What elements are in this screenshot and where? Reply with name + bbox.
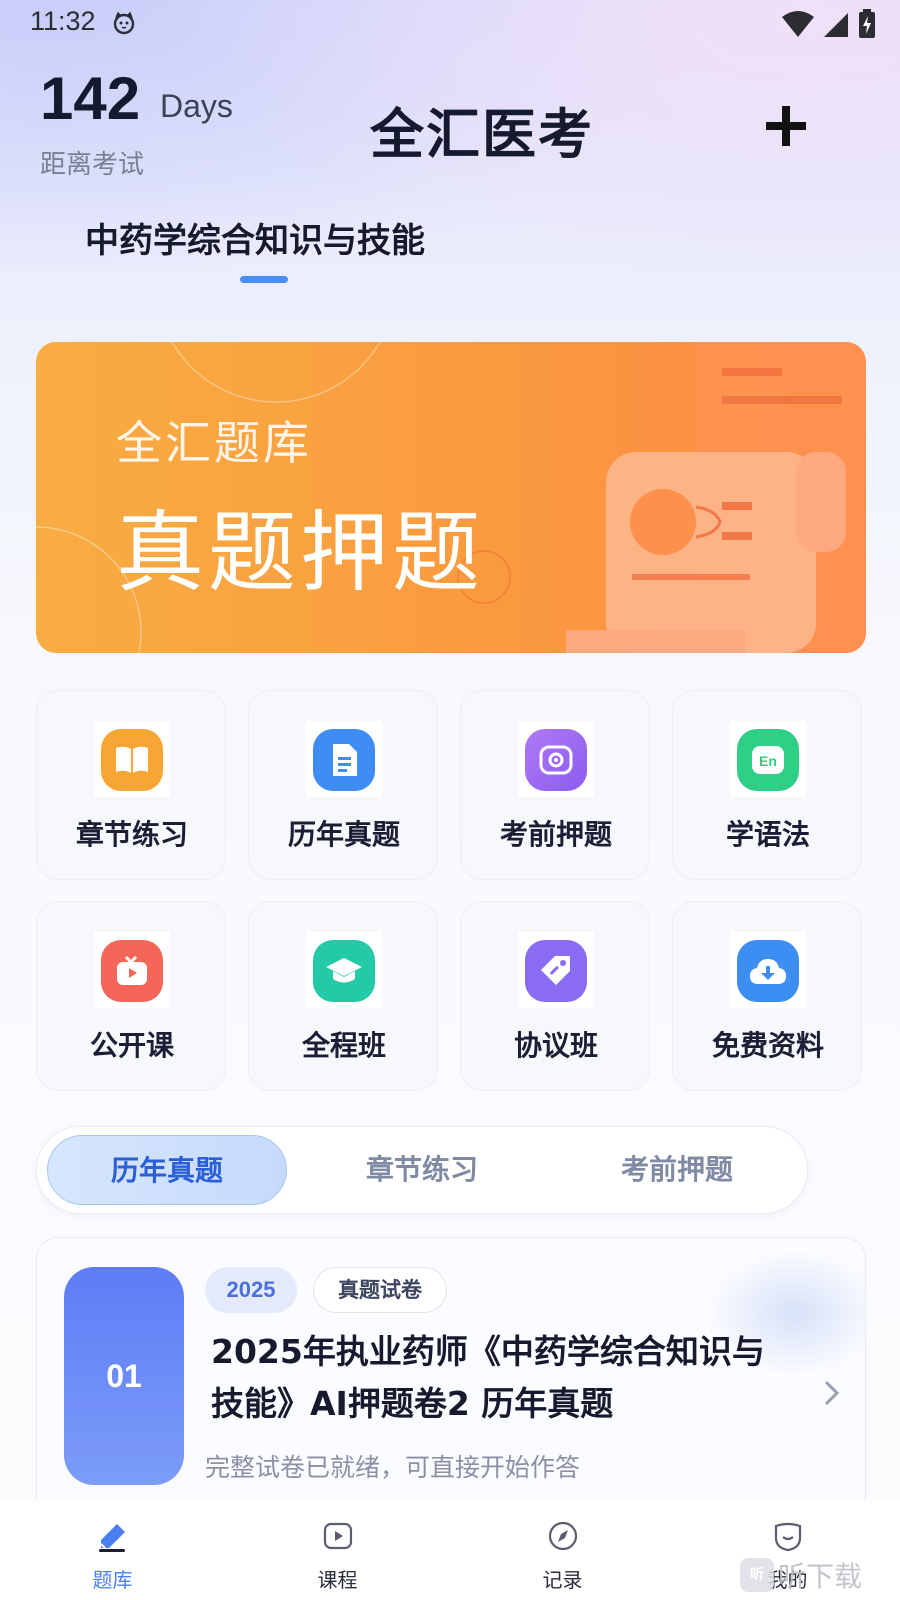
subject-tab-indicator [240, 276, 288, 283]
tile-icon-frame [306, 932, 382, 1008]
en-icon: En [737, 729, 799, 791]
grid-item-open-class[interactable]: 公开课 [36, 901, 226, 1091]
days-caption: 距离考试 [40, 150, 145, 180]
grid-item-label: 学语法 [725, 818, 810, 851]
banner-subtitle: 全汇题库 [116, 416, 312, 470]
grid-item-free-materials[interactable]: 免费资料 [672, 901, 862, 1091]
tile-icon-frame [94, 721, 170, 797]
graduation-cap-icon [313, 940, 375, 1002]
nav-item-records[interactable]: 记录 [450, 1500, 675, 1600]
tile-icon-frame [518, 932, 594, 1008]
status-bar: 11:32 [0, 0, 900, 46]
grid-item-pre-exam-prediction[interactable]: 考前押题 [460, 690, 650, 880]
tile-icon-frame [730, 932, 806, 1008]
grid-item-label: 公开课 [89, 1029, 174, 1062]
pencil-icon [99, 1524, 125, 1552]
nav-item-question-bank[interactable]: 题库 [0, 1500, 225, 1600]
document-icon [313, 729, 375, 791]
tab-past-exams[interactable]: 历年真题 [47, 1135, 287, 1205]
grid-item-label: 考前押题 [499, 818, 612, 851]
tile-icon-frame: En [730, 721, 806, 797]
subject-selector[interactable]: 中药学综合知识与技能 [85, 213, 425, 262]
paper-type-badge: 真题试卷 [313, 1267, 447, 1313]
grid-item-label: 协议班 [513, 1029, 598, 1062]
tag-icon [525, 940, 587, 1002]
tab-pre-exam-prediction[interactable]: 考前押题 [557, 1135, 797, 1205]
tile-icon-frame [306, 721, 382, 797]
grid-item-past-exams[interactable]: 历年真题 [248, 690, 438, 880]
watermark: 听 听下载 [740, 1557, 862, 1593]
app-title: 全汇医考 [370, 103, 594, 166]
chevron-right-icon[interactable] [822, 1378, 842, 1408]
grid-item-label: 历年真题 [287, 818, 400, 851]
paper-type-tabs: 历年真题 章节练习 考前押题 [36, 1126, 808, 1214]
banner-title: 真题押题 [116, 501, 485, 604]
battery-charging-icon [859, 9, 875, 38]
tab-chapter-practice[interactable]: 章节练习 [302, 1135, 542, 1205]
add-icon[interactable] [760, 100, 812, 152]
nav-item-courses[interactable]: 课程 [225, 1500, 450, 1600]
promo-banner[interactable]: 全汇题库 真题押题 [36, 342, 866, 653]
grid-item-chapter-practice[interactable]: 章节练习 [36, 690, 226, 880]
nav-label: 题库 [92, 1568, 133, 1592]
tv-icon [101, 940, 163, 1002]
compass-icon [548, 1521, 578, 1551]
grid-item-label: 章节练习 [75, 818, 188, 851]
days-countdown-number: 142 [40, 65, 141, 132]
cat-notification-icon [113, 11, 135, 35]
grid-item-label: 免费资料 [711, 1029, 824, 1062]
watermark-text: 听下载 [778, 1560, 863, 1593]
paper-index-badge: 01 [64, 1267, 184, 1485]
watermark-badge: 听 [740, 1558, 774, 1592]
status-icons [782, 9, 876, 39]
paper-title: 2025年执业药师《中药学综合知识与技能》AI押题卷2 历年真题 [211, 1332, 765, 1423]
grid-item-grammar[interactable]: En 学语法 [672, 690, 862, 880]
profile-icon [774, 1522, 802, 1552]
wifi-icon [782, 11, 814, 37]
cellular-signal-icon [824, 13, 848, 37]
svg-text:En: En [759, 753, 777, 769]
target-icon [525, 729, 587, 791]
grid-item-full-course[interactable]: 全程班 [248, 901, 438, 1091]
paper-description: 完整试卷已就绪，可直接开始作答 [205, 1453, 581, 1482]
days-unit-label: Days [160, 88, 233, 124]
paper-card[interactable]: 01 2025 真题试卷 2025年执业药师《中药学综合知识与技能》AI押题卷2… [36, 1237, 866, 1517]
grid-item-agreement-class[interactable]: 协议班 [460, 901, 650, 1091]
tile-icon-frame [94, 932, 170, 1008]
year-badge: 2025 [205, 1267, 297, 1313]
nav-label: 课程 [317, 1568, 358, 1592]
grid-item-label: 全程班 [301, 1029, 386, 1062]
tile-icon-frame [518, 721, 594, 797]
status-time: 11:32 [30, 6, 96, 36]
book-icon [101, 729, 163, 791]
play-icon [323, 1522, 353, 1550]
nav-label: 记录 [542, 1568, 583, 1592]
cloud-download-icon [737, 940, 799, 1002]
